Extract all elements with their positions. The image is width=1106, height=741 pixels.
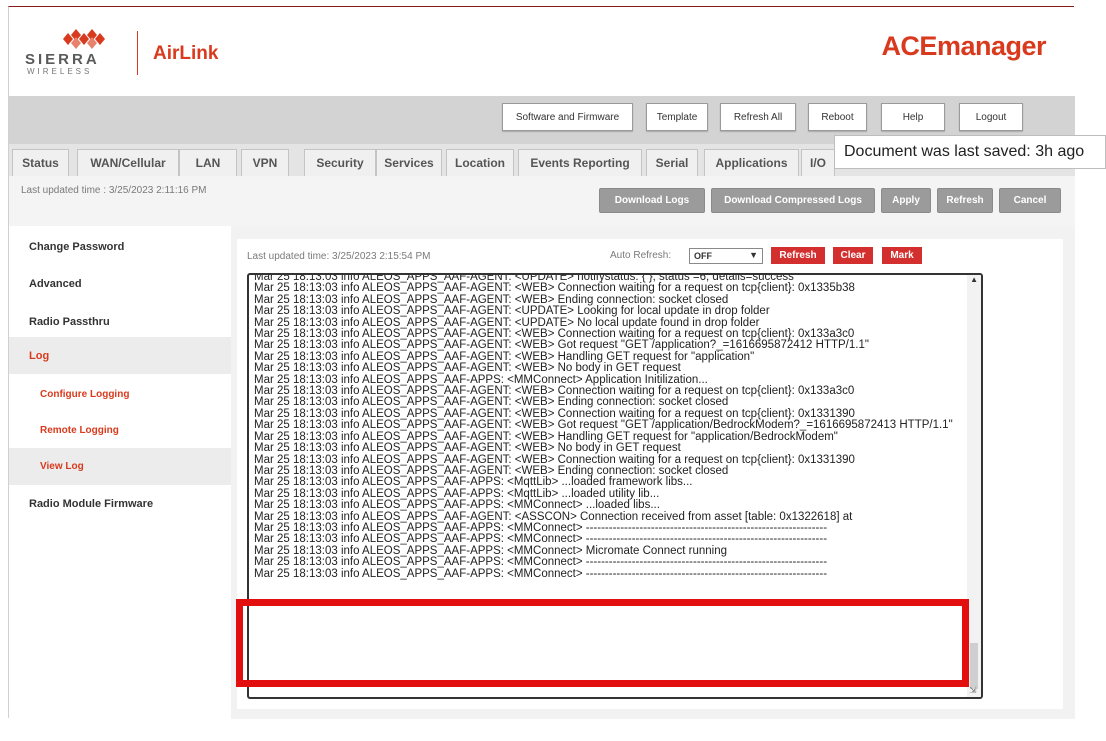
- auto-refresh-select[interactable]: OFF ▼: [689, 248, 763, 264]
- log-last-updated: Last updated time: 3/25/2023 2:15:54 PM: [247, 251, 431, 262]
- log-clear-button[interactable]: Clear: [833, 247, 873, 264]
- tab-status[interactable]: Status: [12, 149, 69, 176]
- log-scrollbar[interactable]: ▲: [967, 275, 981, 697]
- log-lines: Mar 25 18:13:03 info ALEOS_APPS_AAF-AGEN…: [254, 275, 964, 580]
- logout-button[interactable]: Logout: [959, 103, 1023, 131]
- sidebar-item-configure-logging[interactable]: Configure Logging: [9, 376, 231, 413]
- tab-location[interactable]: Location: [446, 149, 514, 176]
- log-refresh-button[interactable]: Refresh: [771, 247, 825, 264]
- sidebar-item-radio-module-firmware[interactable]: Radio Module Firmware: [9, 485, 231, 522]
- action-bar: Last updated time : 3/25/2023 2:11:16 PM…: [9, 176, 1075, 226]
- tab-services[interactable]: Services: [376, 149, 442, 176]
- log-line: Mar 25 18:13:03 info ALEOS_APPS_AAF-APPS…: [254, 476, 693, 489]
- template-button[interactable]: Template: [646, 103, 708, 131]
- scroll-thumb[interactable]: [970, 643, 978, 689]
- brand-airlink: AirLink: [153, 43, 219, 64]
- refresh-all-button[interactable]: Refresh All: [720, 103, 796, 131]
- sidebar: Change Password Advanced Radio Passthru …: [9, 226, 231, 719]
- log-line: Mar 25 18:13:03 info ALEOS_APPS_AAF-APPS…: [254, 556, 828, 569]
- log-line: Mar 25 18:13:03 info ALEOS_APPS_AAF-AGEN…: [254, 442, 681, 455]
- auto-refresh-label: Auto Refresh:: [610, 250, 672, 261]
- apply-button[interactable]: Apply: [881, 188, 931, 213]
- tab-wan-cellular[interactable]: WAN/Cellular: [77, 149, 179, 176]
- resize-grip-icon[interactable]: ⇲: [969, 685, 981, 697]
- download-logs-button[interactable]: Download Logs: [599, 188, 705, 213]
- log-line: Mar 25 18:13:03 info ALEOS_APPS_AAF-AGEN…: [254, 305, 770, 318]
- sidebar-item-remote-logging[interactable]: Remote Logging: [9, 412, 231, 449]
- sidebar-item-change-password[interactable]: Change Password: [9, 228, 231, 265]
- tab-lan[interactable]: LAN: [179, 149, 237, 176]
- help-button[interactable]: Help: [881, 103, 945, 131]
- reboot-button[interactable]: Reboot: [808, 103, 867, 131]
- tab-events-reporting[interactable]: Events Reporting: [518, 149, 642, 176]
- sidebar-item-view-log[interactable]: View Log: [9, 448, 231, 485]
- sidebar-item-log[interactable]: Log: [9, 337, 231, 374]
- tab-vpn[interactable]: VPN: [241, 149, 289, 176]
- cancel-button[interactable]: Cancel: [999, 188, 1061, 213]
- auto-refresh-value: OFF: [694, 251, 712, 261]
- sidebar-item-radio-passthru[interactable]: Radio Passthru: [9, 303, 231, 340]
- refresh-button[interactable]: Refresh: [937, 188, 993, 213]
- software-firmware-button[interactable]: Software and Firmware: [502, 103, 633, 131]
- app-title: ACEmanager: [881, 31, 1046, 61]
- log-line: Mar 25 18:13:03 info ALEOS_APPS_AAF-AGEN…: [254, 419, 953, 432]
- tab-applications[interactable]: Applications: [704, 149, 799, 176]
- log-line: Mar 25 18:13:03 info ALEOS_APPS_AAF-APPS…: [254, 567, 828, 580]
- download-compressed-logs-button[interactable]: Download Compressed Logs: [711, 188, 875, 213]
- brand-divider: [137, 31, 138, 75]
- scroll-up-icon[interactable]: ▲: [970, 275, 978, 284]
- brand-wireless: WIRELESS: [27, 67, 93, 76]
- sidebar-item-advanced[interactable]: Advanced: [9, 265, 231, 302]
- tab-security[interactable]: Security: [304, 149, 376, 176]
- tab-io[interactable]: I/O: [801, 149, 835, 176]
- log-line: Mar 25 18:13:03 info ALEOS_APPS_AAF-AGEN…: [254, 362, 681, 375]
- log-mark-button[interactable]: Mark: [882, 247, 922, 264]
- log-line: Mar 25 18:13:03 info ALEOS_APPS_AAF-APPS…: [254, 499, 660, 512]
- last-saved-tooltip: Document was last saved: 3h ago: [834, 135, 1106, 169]
- tab-serial[interactable]: Serial: [646, 149, 698, 176]
- highlight-annotation-box: [236, 599, 969, 687]
- chevron-down-icon: ▼: [749, 250, 758, 260]
- brand-sierra: SIERRA: [25, 51, 100, 68]
- last-updated-time: Last updated time : 3/25/2023 2:11:16 PM: [21, 185, 207, 196]
